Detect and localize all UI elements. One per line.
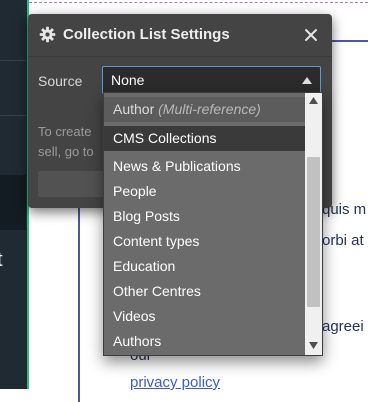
option-label: Education — [113, 258, 176, 274]
option-label: Authors — [113, 333, 162, 349]
rail-item-selected[interactable] — [0, 175, 26, 230]
option-label: Content types — [113, 233, 200, 249]
dropdown-option[interactable]: Content types — [104, 229, 305, 254]
scrollbar-thumb[interactable] — [307, 157, 320, 307]
option-label: Other Centres — [113, 283, 201, 299]
dropdown-option[interactable]: Blog Posts — [104, 204, 305, 229]
option-label: People — [113, 183, 157, 199]
source-dropdown-list: Author (Multi-reference) CMS Collections… — [103, 92, 323, 356]
dropdown-option[interactable]: News & Publications — [104, 154, 305, 179]
page-text-fragment: agreei — [322, 318, 364, 335]
dropdown-option[interactable]: Other Centres — [104, 279, 305, 304]
dropdown-option[interactable]: Authors — [104, 329, 305, 354]
rail-divider — [0, 115, 26, 116]
dropdown-option-disabled: Author (Multi-reference) — [104, 97, 305, 122]
dropdown-option[interactable]: People — [104, 179, 305, 204]
source-select-value: None — [111, 72, 145, 88]
dropdown-option[interactable]: Education — [104, 254, 305, 279]
rail-divider — [0, 60, 26, 61]
option-label: News & Publications — [113, 158, 241, 174]
rail-item-label: t — [0, 248, 23, 272]
option-label: Author — [113, 101, 155, 117]
gear-icon — [39, 26, 56, 43]
close-icon[interactable] — [303, 27, 319, 43]
source-select[interactable]: None — [102, 66, 321, 94]
panel-help-text: To create sell, go to — [38, 124, 94, 159]
left-navigator-rail: t — [0, 0, 28, 389]
dropdown-option-highlighted[interactable]: CMS Collections — [104, 126, 305, 151]
panel-title: Collection List Settings — [63, 26, 230, 43]
option-label: Videos — [113, 308, 156, 324]
option-note: (Multi-reference) — [158, 101, 261, 117]
scroll-down-arrow-icon[interactable] — [309, 342, 318, 349]
option-label: CMS Collections — [113, 130, 217, 146]
privacy-policy-link[interactable]: privacy policy — [130, 374, 220, 391]
panel-header: Collection List Settings — [28, 14, 332, 57]
caret-up-icon — [302, 77, 312, 84]
dropdown-scrollbar[interactable] — [305, 93, 322, 355]
option-label: Blog Posts — [113, 208, 180, 224]
source-label: Source — [38, 73, 83, 89]
canvas-guide-line — [29, 2, 368, 3]
scroll-up-arrow-icon[interactable] — [309, 97, 318, 104]
page-text-fragment: orbi at — [322, 232, 364, 249]
dropdown-option[interactable]: Videos — [104, 304, 305, 329]
